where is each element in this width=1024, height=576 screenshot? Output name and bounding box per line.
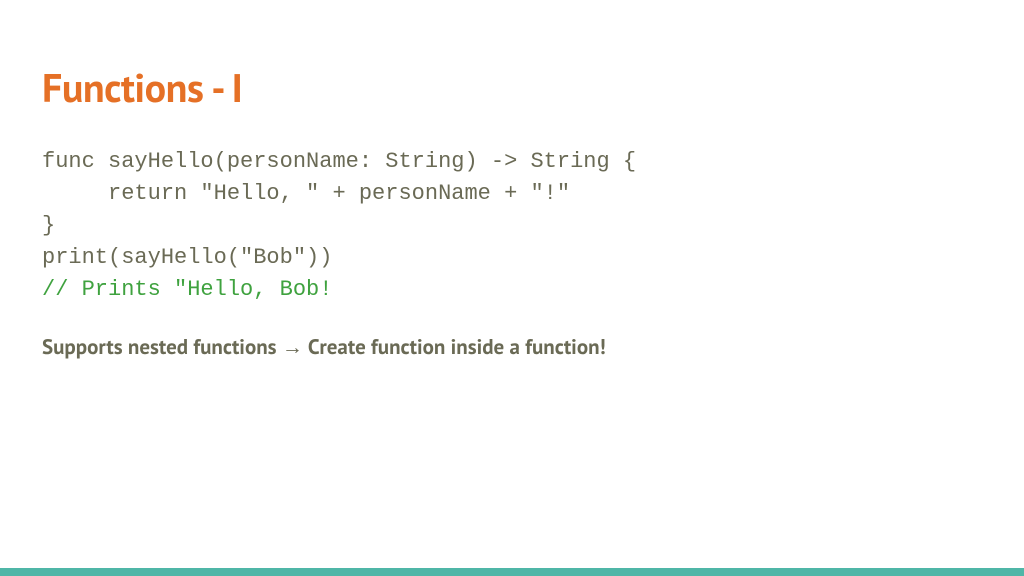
code-line-2: return "Hello, " + personName + "!": [42, 181, 570, 206]
slide-note: Supports nested functions → Create funct…: [42, 333, 982, 360]
code-line-4: print(sayHello("Bob")): [42, 245, 332, 270]
code-block: func sayHello(personName: String) -> Str…: [42, 146, 982, 305]
footer-accent-bar: [0, 568, 1024, 576]
code-line-1: func sayHello(personName: String) -> Str…: [42, 149, 636, 174]
code-comment: // Prints "Hello, Bob!: [42, 277, 332, 302]
slide-title: Functions - I: [42, 62, 982, 114]
slide: Functions - I func sayHello(personName: …: [0, 0, 1024, 360]
code-line-3: }: [42, 213, 55, 238]
